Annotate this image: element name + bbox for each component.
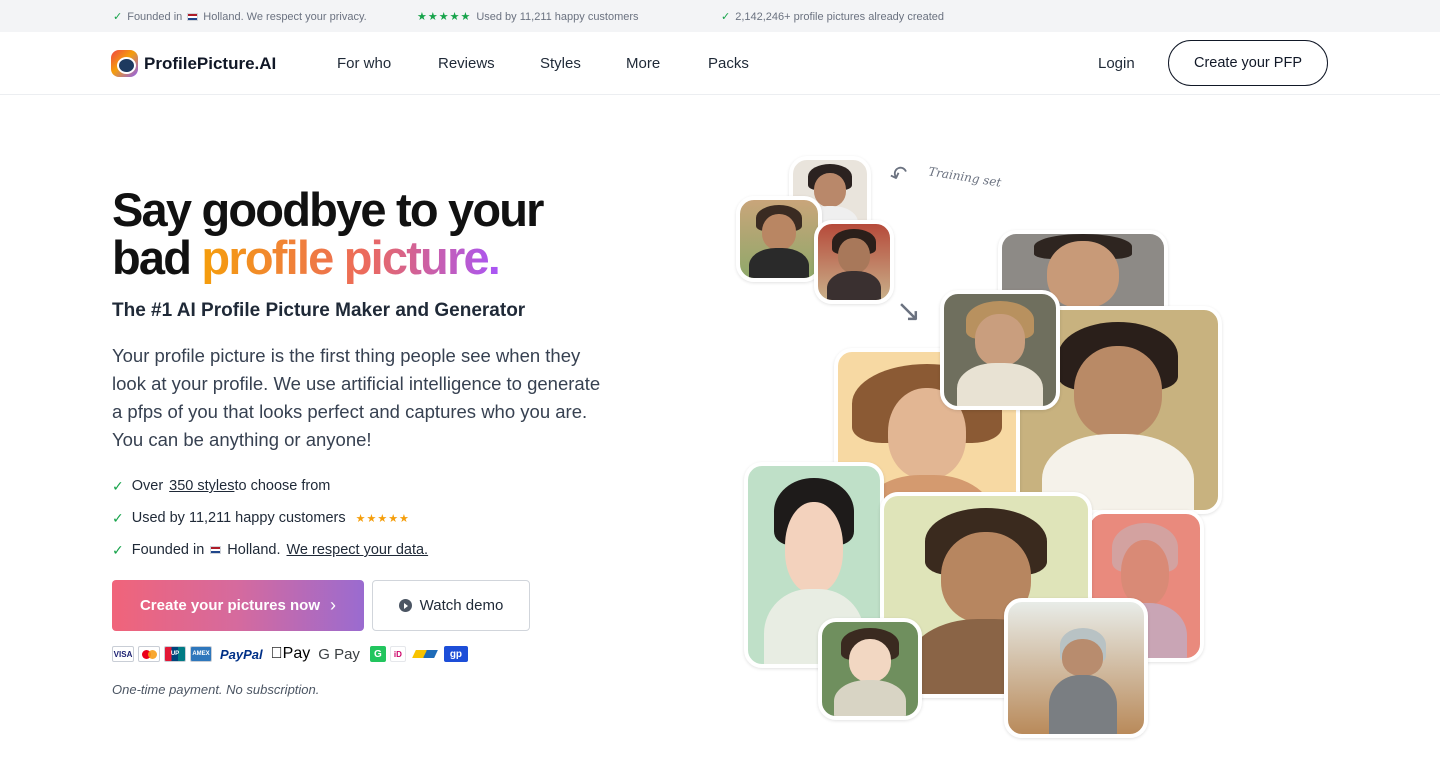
apple-pay-icon: Pay	[270, 645, 311, 662]
founded-note: ✓ Founded in Holland. We respect your pr…	[113, 10, 367, 24]
feature-list: ✓ Over 350 styles to choose from ✓ Used …	[112, 470, 428, 566]
generated-portrait	[818, 618, 922, 720]
styles-link[interactable]: 350 styles	[169, 478, 234, 494]
nav-link-reviews[interactable]: Reviews	[438, 55, 495, 72]
ideal-icon: iD	[389, 646, 406, 662]
check-icon: ✓	[112, 477, 124, 494]
check-icon: ✓	[112, 541, 124, 558]
announcement-bar: ✓ Founded in Holland. We respect your pr…	[0, 0, 1440, 32]
google-pay-icon: G Pay	[306, 645, 360, 663]
create-pictures-button[interactable]: Create your pictures now ›	[112, 580, 364, 631]
star-rating-icon: ★★★★★	[417, 11, 472, 23]
play-icon	[398, 599, 412, 612]
main-nav: ProfilePicture.AI For who Reviews Styles…	[0, 32, 1440, 95]
nav-link-styles[interactable]: Styles	[540, 55, 581, 72]
netherlands-flag-icon	[210, 546, 222, 554]
giropay-icon: G	[369, 646, 386, 662]
chevron-right-icon: ›	[330, 595, 337, 615]
check-icon: ✓	[721, 11, 731, 23]
amex-icon: AMEX	[190, 646, 212, 662]
create-pfp-button[interactable]: Create your PFP	[1168, 40, 1328, 86]
payment-methods: VISA UP AMEX PayPal Pay G Pay G iD gp	[112, 645, 468, 663]
nav-link-for-who[interactable]: For who	[337, 55, 391, 72]
watch-demo-button[interactable]: Watch demo	[372, 580, 530, 631]
curved-arrow-icon: ↶	[886, 159, 912, 190]
camera-logo-icon	[111, 50, 138, 77]
login-link[interactable]: Login	[1098, 55, 1135, 72]
check-icon: ✓	[112, 509, 124, 526]
list-item: ✓ Founded in Holland. We respect your da…	[112, 541, 429, 559]
nav-link-packs[interactable]: Packs	[708, 55, 749, 72]
list-item: ✓ Over 350 styles to choose from	[112, 477, 331, 495]
training-set-label: Training set	[927, 164, 1003, 190]
brand-logo[interactable]: ProfilePicture.AI	[111, 50, 276, 77]
bancontact-icon	[412, 650, 438, 658]
netherlands-flag-icon	[187, 12, 199, 21]
visa-icon: VISA	[112, 646, 134, 662]
star-rating-icon: ★★★★★	[355, 512, 410, 525]
generated-portrait	[940, 290, 1060, 410]
brand-name: ProfilePicture.AI	[144, 53, 277, 73]
hero-subheading: The #1 AI Profile Picture Maker and Gene…	[112, 300, 526, 321]
check-icon: ✓	[113, 11, 123, 23]
created-note: ✓ 2,142,246+ profile pictures already cr…	[721, 10, 945, 24]
hero-headline: Say goodbye to your bad profile picture.	[112, 183, 544, 284]
customers-note: ★★★★★ Used by 11,211 happy customers	[417, 10, 639, 24]
unionpay-icon: UP	[164, 646, 186, 662]
privacy-link[interactable]: We respect your data.	[287, 542, 429, 558]
down-arrow-icon: ↘	[896, 295, 922, 328]
generated-portrait	[1004, 598, 1148, 738]
hero-description: Your profile picture is the first thing …	[112, 345, 601, 450]
headline-accent: profile picture.	[201, 231, 500, 284]
mastercard-icon	[138, 646, 160, 662]
paypal-icon: PayPal	[220, 646, 263, 662]
nav-link-more[interactable]: More	[626, 55, 660, 72]
gp-icon: gp	[443, 646, 468, 662]
payment-note: One-time payment. No subscription.	[112, 682, 320, 697]
training-photo	[814, 220, 894, 304]
training-photo	[736, 196, 822, 282]
list-item: ✓ Used by 11,211 happy customers ★★★★★	[112, 509, 410, 527]
